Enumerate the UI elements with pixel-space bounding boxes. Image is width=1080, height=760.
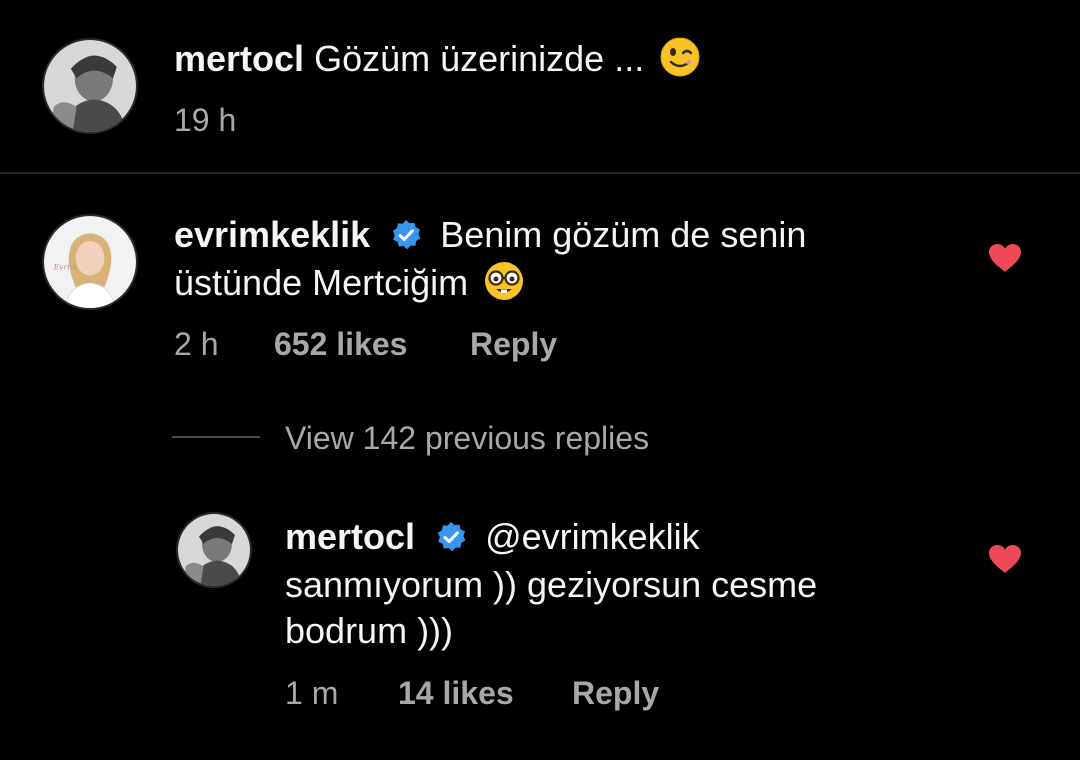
view-previous-replies-button[interactable]: View 142 previous replies <box>285 418 649 458</box>
comment-like-heart-icon[interactable] <box>988 243 1022 273</box>
reply-like-heart-icon[interactable] <box>988 544 1022 574</box>
winking-face-icon <box>660 37 700 77</box>
caption-username[interactable]: mertocl <box>174 38 304 79</box>
comment-username[interactable]: evrimkeklik <box>174 214 370 255</box>
reply-reply-button[interactable]: Reply <box>572 673 659 713</box>
caption-line: mertocl Gözüm üzerinizde ... <box>174 36 700 82</box>
comment-line-1: evrimkeklik Benim gözüm de senin <box>174 212 806 258</box>
reply-line-3: bodrum ))) <box>285 608 453 654</box>
comment-text-line1: Benim gözüm de senin <box>440 214 807 255</box>
svg-text:Evrim: Evrim <box>53 263 77 272</box>
reply-mention-link[interactable]: @evrimkeklik <box>485 516 700 557</box>
verified-badge-icon <box>390 219 422 251</box>
comment-time: 2 h <box>174 326 219 362</box>
caption-text: Gözüm üzerinizde ... <box>314 38 645 79</box>
reply-username[interactable]: mertocl <box>285 516 415 557</box>
reply-line-1: mertocl @evrimkeklik <box>285 514 700 560</box>
comment-line-2: üstünde Mertciğim <box>174 260 524 306</box>
comment-text-line2: üstünde Mertciğim <box>174 262 469 303</box>
reply-likes[interactable]: 14 likes <box>398 673 514 713</box>
caption-avatar[interactable] <box>42 38 138 134</box>
reply-avatar-image <box>178 514 250 586</box>
replies-thread-line <box>172 436 260 438</box>
caption-avatar-image <box>44 40 136 132</box>
reply-avatar[interactable] <box>176 512 252 588</box>
comment-reply-button[interactable]: Reply <box>470 324 557 364</box>
comment-avatar-image: Evrim <box>44 216 136 308</box>
comment-avatar[interactable]: Evrim <box>42 214 138 310</box>
reply-text-line2: sanmıyorum )) geziyorsun cesme <box>285 564 818 605</box>
comment-likes[interactable]: 652 likes <box>274 324 407 364</box>
reply-text-line3: bodrum ))) <box>285 610 454 651</box>
nerd-face-icon <box>484 261 524 301</box>
verified-badge-icon <box>435 521 467 553</box>
caption-divider <box>0 172 1080 174</box>
reply-line-2: sanmıyorum )) geziyorsun cesme <box>285 562 817 608</box>
caption-time: 19 h <box>174 102 237 138</box>
reply-time: 1 m <box>285 675 339 711</box>
